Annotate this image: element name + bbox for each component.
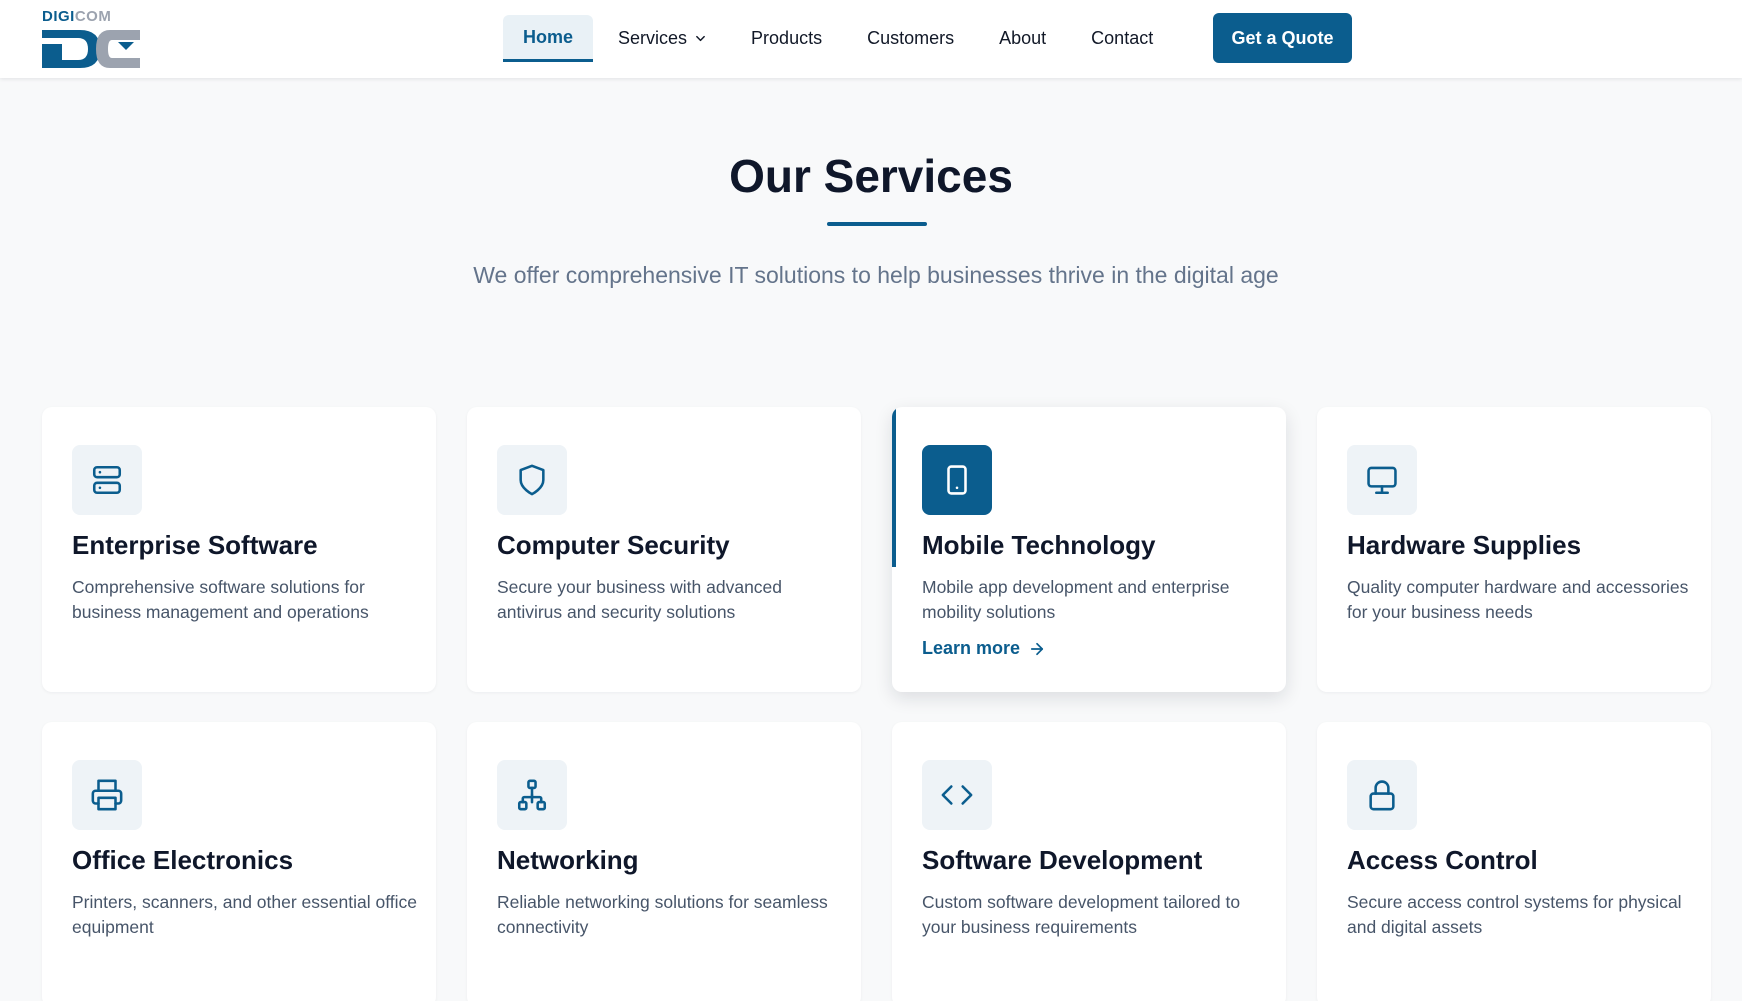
arrow-right-icon — [1028, 640, 1046, 658]
card-title: Hardware Supplies — [1347, 530, 1582, 560]
nav-home-label: Home — [523, 26, 574, 47]
card-title: Software Development — [922, 845, 1203, 875]
card-description: Printers, scanners, and other essential … — [72, 892, 418, 937]
card-title: Networking — [497, 845, 639, 875]
card-description: Custom software development tailored to … — [922, 892, 1241, 937]
nav-home[interactable]: Home — [503, 15, 594, 62]
main-nav: Home Services Products Customers About C… — [503, 15, 1178, 62]
card-description: Reliable networking solutions for seamle… — [497, 892, 828, 937]
network-icon — [497, 760, 567, 830]
nav-services[interactable]: Services — [598, 15, 726, 62]
chevron-down-icon — [695, 33, 706, 44]
shield-icon — [497, 445, 567, 515]
card-title: Office Electronics — [72, 845, 294, 875]
nav-contact-label: Contact — [1091, 28, 1154, 48]
nav-about-label: About — [999, 28, 1047, 48]
card-description: Quality computer hardware and accessorie… — [1347, 577, 1689, 622]
card-title: Computer Security — [497, 530, 730, 560]
nav-customers[interactable]: Customers — [847, 15, 974, 62]
nav-contact[interactable]: Contact — [1071, 15, 1173, 62]
service-card-enterprise-software[interactable]: Enterprise Software Comprehensive softwa… — [42, 407, 436, 692]
card-title: Mobile Technology — [922, 530, 1156, 560]
nav-products-label: Products — [751, 28, 823, 48]
card-description: Comprehensive software solutions for bus… — [72, 577, 369, 622]
learn-more-label: Learn more — [922, 638, 1021, 658]
section-title: Our Services — [729, 150, 1013, 202]
service-card-computer-security[interactable]: Computer Security Secure your business w… — [467, 407, 861, 692]
card-title: Enterprise Software — [72, 530, 318, 560]
card-description: Secure access control systems for physic… — [1347, 892, 1682, 937]
digicom-logo[interactable]: DIGICOM — [42, 8, 142, 68]
nav-products[interactable]: Products — [731, 15, 842, 62]
code-icon — [922, 760, 992, 830]
section-subtitle: We offer comprehensive IT solutions to h… — [473, 262, 1279, 288]
service-card-networking[interactable]: Networking Reliable networking solutions… — [467, 722, 861, 1001]
monitor-icon — [1347, 445, 1417, 515]
logo-dc-mark — [42, 30, 140, 68]
tablet-icon — [922, 445, 992, 515]
printer-icon — [72, 760, 142, 830]
get-a-quote-button[interactable]: Get a Quote — [1213, 13, 1352, 63]
server-icon — [72, 445, 142, 515]
nav-about[interactable]: About — [979, 15, 1066, 62]
nav-customers-label: Customers — [867, 28, 955, 48]
card-description: Mobile app development and enterprise mo… — [922, 577, 1230, 622]
service-card-hardware-supplies[interactable]: Hardware Supplies Quality computer hardw… — [1317, 407, 1711, 692]
service-card-access-control[interactable]: Access Control Secure access control sys… — [1317, 722, 1711, 1001]
service-card-software-development[interactable]: Software Development Custom software dev… — [892, 722, 1286, 1001]
nav-services-label: Services — [618, 28, 688, 48]
learn-more-link[interactable]: Learn more — [922, 638, 1046, 659]
site-header: DIGICOM Home Services Products Customers — [0, 0, 1742, 78]
title-underline — [827, 222, 927, 226]
card-description: Secure your business with advanced antiv… — [497, 577, 783, 622]
card-title: Access Control — [1347, 845, 1538, 875]
service-card-office-electronics[interactable]: Office Electronics Printers, scanners, a… — [42, 722, 436, 1001]
service-card-mobile-technology[interactable]: Mobile Technology Mobile app development… — [892, 407, 1286, 692]
lock-icon — [1347, 760, 1417, 830]
